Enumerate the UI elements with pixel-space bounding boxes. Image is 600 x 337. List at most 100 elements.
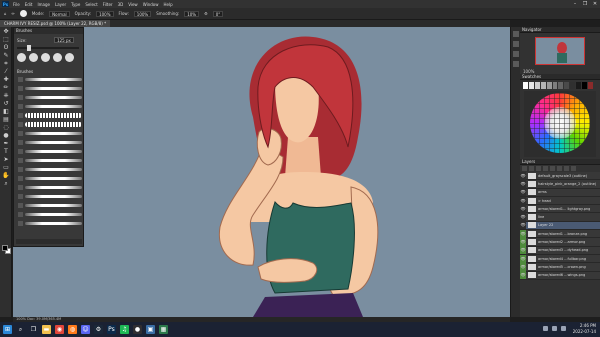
layer-row[interactable]: 👁 armor/stored1 ...bronze.png bbox=[520, 229, 600, 239]
hand-icon[interactable]: ✋ bbox=[2, 172, 10, 179]
color-swatch[interactable] bbox=[523, 82, 528, 89]
opacity-field[interactable]: 100% bbox=[96, 10, 114, 17]
healing-icon[interactable]: ✚ bbox=[2, 76, 10, 83]
visibility-eye-icon[interactable]: 👁 bbox=[520, 179, 526, 188]
quick-select-icon[interactable]: ✎ bbox=[2, 52, 10, 59]
crop-icon[interactable]: ⌗ bbox=[2, 60, 10, 67]
brush-preset-row[interactable] bbox=[18, 120, 82, 128]
zoom-icon[interactable]: ⌕ bbox=[2, 180, 10, 187]
color-swatch[interactable] bbox=[570, 82, 576, 89]
visibility-eye-icon[interactable]: 👁 bbox=[520, 271, 526, 280]
gear-icon[interactable]: ⚙ bbox=[204, 11, 208, 16]
home-icon[interactable]: ⌂ bbox=[4, 11, 7, 16]
steam-icon[interactable]: ⚙ bbox=[94, 325, 103, 334]
battery-icon[interactable] bbox=[561, 326, 566, 331]
maximize-button[interactable]: ❐ bbox=[582, 1, 588, 7]
fx-icon[interactable] bbox=[543, 166, 548, 171]
brush-preset[interactable] bbox=[17, 53, 26, 62]
brush-preset-row[interactable] bbox=[18, 147, 82, 155]
brush-preset-row[interactable] bbox=[18, 75, 82, 83]
new-layer-icon[interactable] bbox=[564, 166, 569, 171]
flow-field[interactable]: 100% bbox=[133, 10, 152, 17]
volume-icon[interactable] bbox=[552, 326, 557, 331]
trash-icon[interactable] bbox=[571, 166, 576, 171]
brush-preset-row[interactable] bbox=[18, 201, 82, 209]
color-swatch[interactable] bbox=[534, 82, 540, 89]
layer-row[interactable]: 👁 arms bbox=[520, 188, 600, 197]
brush-preset-row[interactable] bbox=[18, 183, 82, 191]
visibility-eye-icon[interactable]: 👁 bbox=[520, 262, 526, 271]
type-icon[interactable]: T bbox=[2, 148, 10, 155]
menu-help[interactable]: Help bbox=[163, 2, 172, 7]
network-icon[interactable] bbox=[543, 326, 548, 331]
visibility-eye-icon[interactable]: 👁 bbox=[520, 196, 526, 205]
menu-type[interactable]: Type bbox=[71, 2, 80, 7]
menu-window[interactable]: Window bbox=[143, 2, 159, 7]
brush-preset-row[interactable] bbox=[18, 93, 82, 101]
brush-preset-picker[interactable] bbox=[19, 10, 27, 17]
explorer-icon[interactable]: ▬ bbox=[42, 325, 51, 334]
filter-icon[interactable] bbox=[522, 166, 527, 171]
visibility-eye-icon[interactable]: 👁 bbox=[520, 204, 526, 213]
link-icon[interactable] bbox=[536, 166, 541, 171]
layer-row[interactable]: 👁 Layer 22 bbox=[520, 221, 600, 231]
visibility-eye-icon[interactable]: 👁 bbox=[520, 213, 526, 222]
shape-icon[interactable]: ▭ bbox=[2, 164, 10, 171]
visibility-eye-icon[interactable]: 👁 bbox=[520, 246, 526, 255]
layer-row[interactable]: 👁 armor/stored2 ...armor.png bbox=[520, 238, 600, 247]
history-brush-icon[interactable]: ↺ bbox=[2, 100, 10, 107]
brush-preset-row[interactable] bbox=[18, 102, 82, 110]
pen-icon[interactable]: ✒ bbox=[2, 140, 10, 147]
taskview-icon[interactable]: ❐ bbox=[29, 325, 38, 334]
smoothing-field[interactable]: 10% bbox=[184, 10, 200, 17]
brush-icon[interactable]: ✏ bbox=[2, 84, 10, 91]
menu-edit[interactable]: Edit bbox=[25, 2, 33, 7]
brush-preset-row[interactable] bbox=[18, 192, 82, 200]
visibility-eye-icon[interactable]: 👁 bbox=[520, 238, 526, 247]
color-swatch[interactable] bbox=[588, 82, 593, 89]
layer-row[interactable]: 👁 line bbox=[520, 213, 600, 222]
menu-image[interactable]: Image bbox=[37, 2, 50, 7]
eraser-icon[interactable]: ◧ bbox=[2, 108, 10, 115]
photoshop-icon[interactable]: Ps bbox=[107, 325, 116, 334]
navigator-thumbnail[interactable] bbox=[535, 37, 585, 65]
mask-icon[interactable] bbox=[550, 166, 555, 171]
firefox-icon[interactable]: ◍ bbox=[68, 325, 77, 334]
eyedropper-icon[interactable]: ⁄ bbox=[2, 68, 10, 75]
brush-size-slider[interactable] bbox=[17, 45, 79, 51]
adjustments-icon[interactable] bbox=[513, 41, 519, 47]
lock-icon[interactable] bbox=[529, 166, 534, 171]
layer-row[interactable]: 👁 armor/stored6 ...wings.png bbox=[520, 271, 600, 280]
obs-icon[interactable]: ● bbox=[133, 325, 142, 334]
mode-select[interactable]: Normal bbox=[49, 10, 70, 17]
color-swatch[interactable] bbox=[540, 82, 546, 89]
menu-layer[interactable]: Layer bbox=[55, 2, 66, 7]
visibility-eye-icon[interactable]: 👁 bbox=[520, 188, 526, 197]
history-icon[interactable] bbox=[513, 31, 519, 37]
menu-select[interactable]: Select bbox=[85, 2, 97, 7]
chrome-icon[interactable]: ◉ bbox=[55, 325, 64, 334]
brush-preset[interactable] bbox=[65, 53, 74, 62]
brush-preset-row[interactable] bbox=[18, 84, 82, 92]
document-canvas[interactable] bbox=[13, 27, 510, 317]
document-tab[interactable]: CHARM IVY RESIZ.psd @ 100% (Layer 22, RG… bbox=[0, 20, 111, 27]
brush-preset-row[interactable] bbox=[18, 210, 82, 218]
minimize-button[interactable]: – bbox=[572, 1, 578, 7]
brush-size-field[interactable]: 125 px bbox=[54, 37, 74, 43]
brush-preset-row[interactable] bbox=[18, 111, 82, 119]
search-icon[interactable]: ⌕ bbox=[16, 325, 25, 334]
visibility-eye-icon[interactable]: 👁 bbox=[520, 229, 526, 238]
brush-preset-row[interactable] bbox=[18, 219, 82, 227]
layer-row[interactable]: 👁 armor/stored3 ...dyhead.png bbox=[520, 246, 600, 255]
brush-preset-row[interactable] bbox=[18, 156, 82, 164]
layer-row[interactable]: 👁 armor/stored1... lightgray.png bbox=[520, 204, 600, 214]
color-swatch[interactable] bbox=[552, 82, 558, 89]
blur-icon[interactable]: ◌ bbox=[2, 124, 10, 131]
color-swatch[interactable] bbox=[546, 82, 552, 89]
lasso-icon[interactable]: ʘ bbox=[2, 44, 10, 51]
menu-filter[interactable]: Filter bbox=[103, 2, 113, 7]
brush-preset-row[interactable] bbox=[18, 129, 82, 137]
layer-row[interactable]: 👁 > head bbox=[520, 196, 600, 206]
color-swatch[interactable] bbox=[564, 82, 570, 89]
dodge-icon[interactable]: ● bbox=[2, 132, 10, 139]
